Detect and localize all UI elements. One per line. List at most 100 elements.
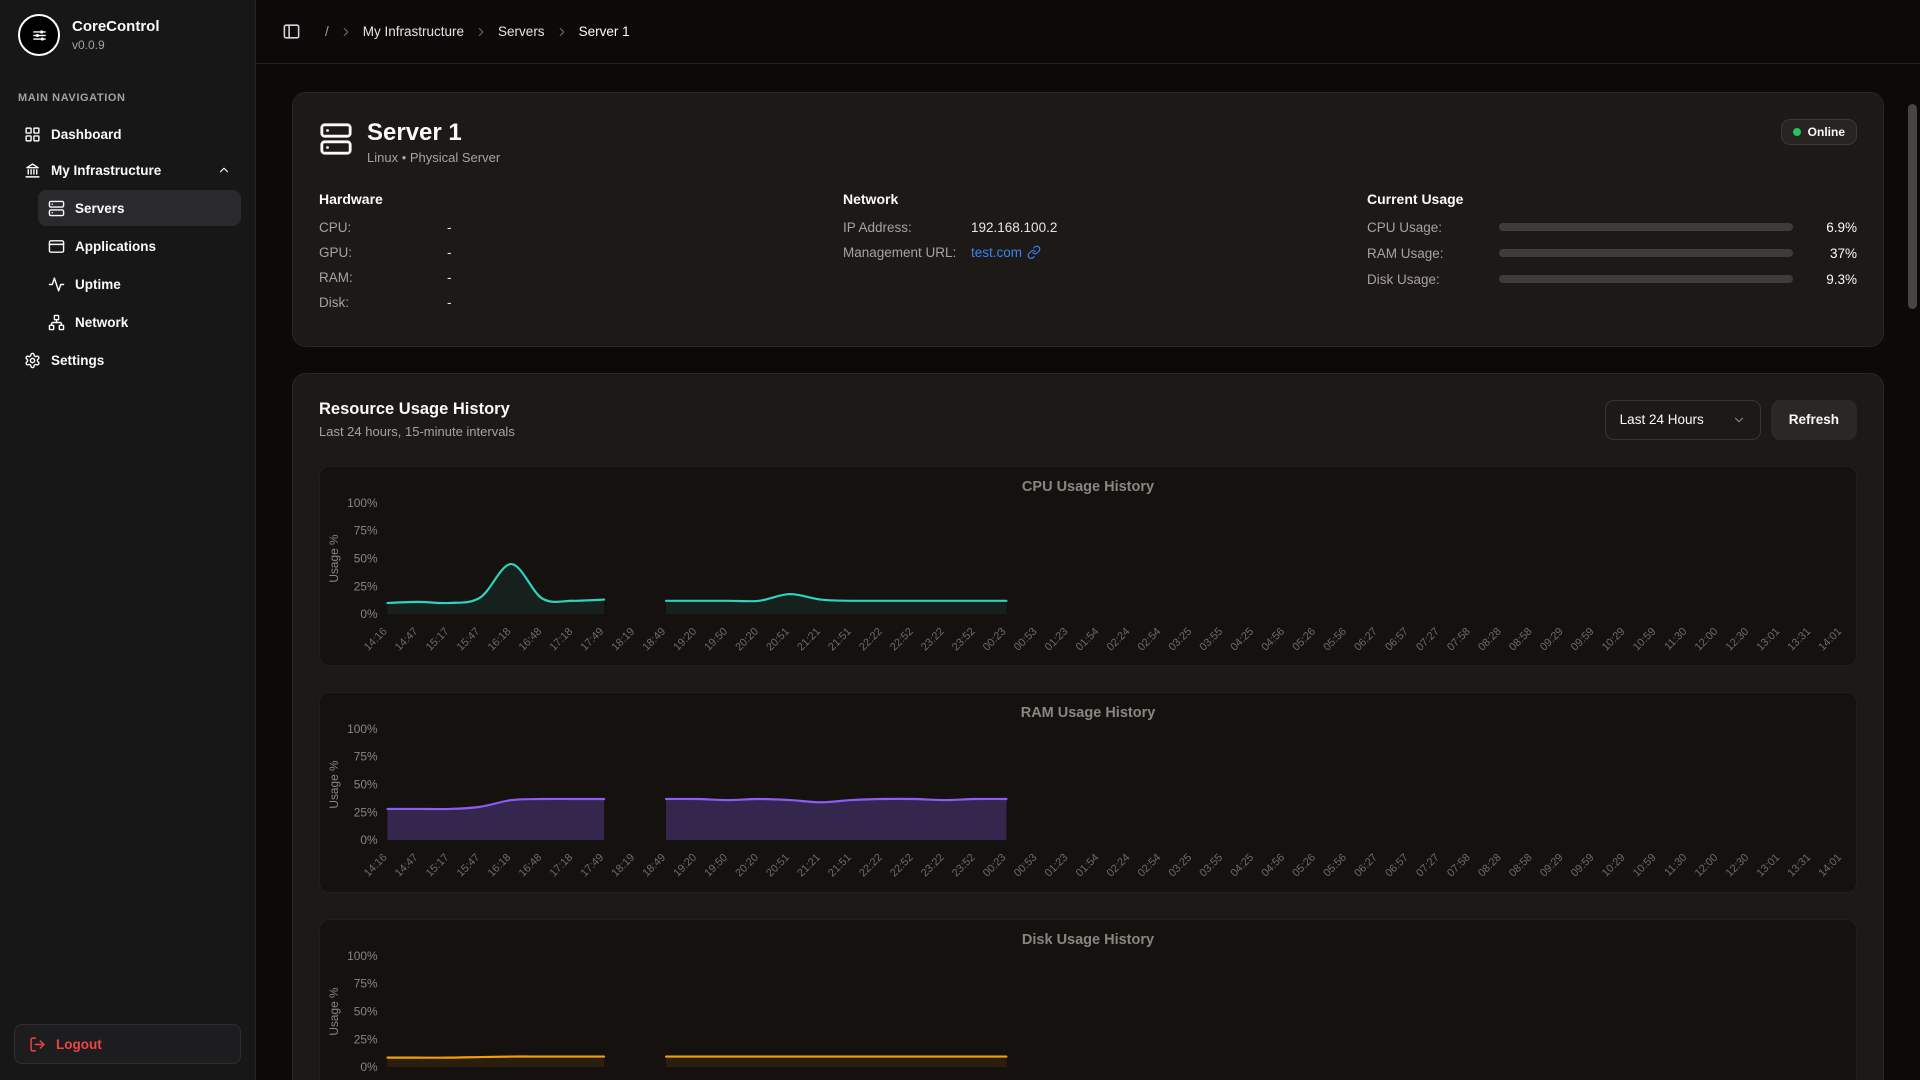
app-name: CoreControl bbox=[72, 18, 160, 36]
svg-text:16:18: 16:18 bbox=[486, 852, 514, 880]
status-badge: Online bbox=[1781, 119, 1857, 145]
svg-text:02:54: 02:54 bbox=[1136, 852, 1164, 880]
svg-text:12:00: 12:00 bbox=[1693, 852, 1721, 880]
svg-text:03:25: 03:25 bbox=[1166, 852, 1194, 880]
svg-text:22:22: 22:22 bbox=[857, 625, 885, 653]
hardware-column: Hardware CPU: - GPU: - RAM: - bbox=[319, 191, 809, 320]
svg-text:21:51: 21:51 bbox=[826, 625, 854, 653]
svg-text:23:22: 23:22 bbox=[919, 625, 947, 653]
sidebar-item-label: Network bbox=[75, 315, 128, 330]
sidebar-item-network[interactable]: Network bbox=[38, 304, 241, 340]
sidebar-item-my-infrastructure[interactable]: My Infrastructure bbox=[14, 152, 241, 188]
svg-text:21:21: 21:21 bbox=[795, 852, 823, 880]
svg-text:00:53: 00:53 bbox=[1012, 625, 1040, 653]
ram-chart-title: RAM Usage History bbox=[324, 705, 1852, 721]
svg-text:09:59: 09:59 bbox=[1569, 625, 1597, 653]
svg-text:17:49: 17:49 bbox=[578, 852, 606, 880]
activity-pulse-icon bbox=[48, 276, 65, 293]
refresh-button[interactable]: Refresh bbox=[1771, 400, 1857, 440]
svg-text:12:30: 12:30 bbox=[1724, 625, 1752, 653]
svg-text:22:52: 22:52 bbox=[888, 625, 916, 653]
svg-text:22:52: 22:52 bbox=[888, 852, 916, 880]
history-controls: Last 24 Hours Refresh bbox=[1605, 400, 1857, 440]
hardware-row-ram: RAM: - bbox=[319, 270, 809, 285]
server-title-block: Server 1 Linux • Physical Server bbox=[367, 119, 500, 165]
sidebar-toggle-button[interactable] bbox=[282, 22, 301, 41]
svg-text:11:30: 11:30 bbox=[1662, 625, 1689, 652]
svg-text:15:17: 15:17 bbox=[424, 852, 452, 880]
logout-label: Logout bbox=[56, 1037, 102, 1052]
svg-text:Usage %: Usage % bbox=[327, 760, 341, 809]
breadcrumb-current-page: Server 1 bbox=[579, 24, 630, 39]
time-range-select[interactable]: Last 24 Hours bbox=[1605, 400, 1761, 440]
svg-text:Usage %: Usage % bbox=[327, 987, 341, 1036]
sidebar-item-applications[interactable]: Applications bbox=[38, 228, 241, 264]
ram-usage-bar bbox=[1499, 249, 1793, 257]
svg-text:18:19: 18:19 bbox=[609, 852, 637, 880]
svg-text:19:50: 19:50 bbox=[702, 852, 730, 880]
breadcrumb: / My Infrastructure Servers Server 1 bbox=[325, 24, 630, 39]
svg-text:06:57: 06:57 bbox=[1383, 852, 1411, 880]
logout-icon bbox=[29, 1036, 46, 1053]
svg-text:13:01: 13:01 bbox=[1755, 852, 1783, 880]
disk-usage-chart-panel: Disk Usage History 0%25%50%75%100%Usage … bbox=[319, 919, 1857, 1080]
history-title-block: Resource Usage History Last 24 hours, 15… bbox=[319, 400, 515, 439]
logout-container: Logout bbox=[0, 1008, 255, 1080]
svg-text:08:58: 08:58 bbox=[1507, 852, 1535, 880]
breadcrumb-my-infrastructure[interactable]: My Infrastructure bbox=[363, 24, 464, 39]
network-title: Network bbox=[843, 191, 1333, 207]
topbar: / My Infrastructure Servers Server 1 bbox=[256, 0, 1920, 64]
svg-text:07:27: 07:27 bbox=[1414, 625, 1442, 653]
network-column: Network IP Address: 192.168.100.2 Manage… bbox=[843, 191, 1333, 320]
svg-text:75%: 75% bbox=[354, 523, 378, 537]
breadcrumb-servers[interactable]: Servers bbox=[498, 24, 545, 39]
cpu-chart-title: CPU Usage History bbox=[324, 479, 1852, 495]
cpu-usage-chart: 0%25%50%75%100%Usage %14:1614:4715:1715:… bbox=[324, 497, 1852, 662]
page-scrollbar-thumb[interactable] bbox=[1908, 104, 1917, 309]
gear-icon bbox=[24, 352, 41, 369]
svg-text:14:16: 14:16 bbox=[362, 852, 390, 880]
svg-text:08:58: 08:58 bbox=[1507, 625, 1535, 653]
svg-text:12:30: 12:30 bbox=[1724, 852, 1752, 880]
svg-text:14:47: 14:47 bbox=[393, 625, 421, 653]
network-row-ip: IP Address: 192.168.100.2 bbox=[843, 220, 1333, 235]
svg-text:13:31: 13:31 bbox=[1785, 852, 1813, 880]
ip-address-value: 192.168.100.2 bbox=[971, 220, 1057, 235]
chevron-right-icon bbox=[339, 25, 353, 39]
link-icon bbox=[1027, 245, 1041, 259]
app-root: CoreControl v0.0.9 MAIN NAVIGATION Dashb… bbox=[0, 0, 1920, 1080]
svg-text:25%: 25% bbox=[354, 806, 378, 820]
sidebar-item-dashboard[interactable]: Dashboard bbox=[14, 116, 241, 152]
cpu-usage-chart-panel: CPU Usage History 0%25%50%75%100%Usage %… bbox=[319, 466, 1857, 667]
svg-text:09:29: 09:29 bbox=[1538, 625, 1566, 653]
status-label: Online bbox=[1808, 125, 1845, 139]
chevron-down-icon bbox=[1732, 413, 1746, 427]
sidebar-item-settings[interactable]: Settings bbox=[14, 342, 241, 378]
disk-usage-chart: 0%25%50%75%100%Usage %14:1614:4715:1715:… bbox=[324, 950, 1852, 1080]
sidebar-item-servers[interactable]: Servers bbox=[38, 190, 241, 226]
svg-text:23:52: 23:52 bbox=[950, 625, 978, 653]
svg-text:12:00: 12:00 bbox=[1693, 625, 1721, 653]
svg-text:01:54: 01:54 bbox=[1074, 852, 1102, 880]
main-area: / My Infrastructure Servers Server 1 bbox=[256, 0, 1920, 1080]
svg-text:03:55: 03:55 bbox=[1197, 852, 1225, 880]
svg-text:00:23: 00:23 bbox=[981, 852, 1009, 880]
svg-text:00:53: 00:53 bbox=[1012, 852, 1040, 880]
svg-text:18:49: 18:49 bbox=[640, 852, 668, 880]
server-overview-card: Server 1 Linux • Physical Server Online … bbox=[292, 92, 1884, 347]
svg-text:04:56: 04:56 bbox=[1259, 625, 1287, 653]
breadcrumb-root[interactable]: / bbox=[325, 24, 329, 39]
svg-text:17:49: 17:49 bbox=[578, 625, 606, 653]
page-content: Server 1 Linux • Physical Server Online … bbox=[256, 64, 1920, 1080]
management-url-link[interactable]: test.com bbox=[971, 245, 1041, 260]
svg-text:25%: 25% bbox=[354, 1032, 378, 1046]
hardware-title: Hardware bbox=[319, 191, 809, 207]
svg-text:20:51: 20:51 bbox=[764, 852, 792, 880]
sidebar-item-uptime[interactable]: Uptime bbox=[38, 266, 241, 302]
svg-text:0%: 0% bbox=[360, 833, 378, 847]
svg-text:15:47: 15:47 bbox=[455, 625, 483, 653]
svg-text:14:01: 14:01 bbox=[1816, 625, 1844, 653]
svg-text:07:27: 07:27 bbox=[1414, 852, 1442, 880]
svg-text:16:48: 16:48 bbox=[517, 852, 545, 880]
logout-button[interactable]: Logout bbox=[14, 1024, 241, 1064]
